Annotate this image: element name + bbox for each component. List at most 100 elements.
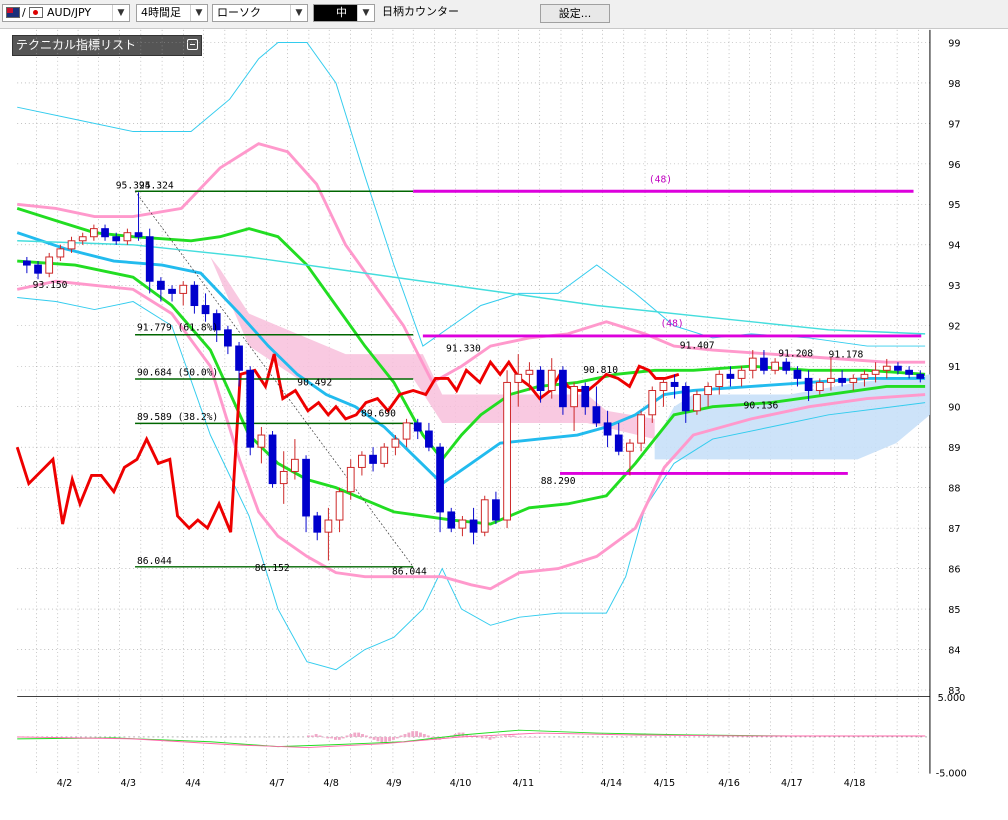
candle-body	[480, 499, 489, 533]
settings-button[interactable]: 設定...	[540, 4, 610, 23]
timeframe-select[interactable]: 4時間足 ▼	[136, 4, 208, 22]
candle-body	[737, 369, 746, 379]
osc-min-label: -5.000	[936, 769, 967, 780]
candle-body	[391, 438, 400, 448]
date-tick-label: 4/2	[57, 778, 73, 789]
date-tick-label: 4/7	[269, 778, 285, 789]
date-tick-label: 4/15	[654, 778, 676, 789]
fib-low-label: 86.044	[137, 556, 172, 567]
candle-body	[369, 454, 377, 464]
chevron-down-icon[interactable]: ▼	[112, 5, 129, 21]
candle-body	[905, 369, 913, 375]
osc-bar	[310, 735, 314, 737]
fib-618-label: 91.779 (61.8%)	[137, 322, 218, 333]
candle-body	[34, 264, 42, 274]
candle-body	[179, 284, 188, 294]
osc-bar	[415, 731, 419, 737]
osc-bar	[361, 734, 364, 737]
chevron-down-icon[interactable]: ▼	[190, 5, 207, 21]
oscillator-panel	[17, 695, 930, 749]
price-label: 86.044	[392, 567, 427, 578]
symbol-select[interactable]: / AUD/JPY ▼	[2, 4, 130, 22]
candle-body	[570, 385, 578, 408]
date-tick-label: 4/3	[121, 778, 137, 789]
candle-body	[603, 422, 612, 436]
fib-382-label: 89.589 (38.2%)	[137, 412, 218, 423]
candle-body	[56, 248, 65, 258]
candle-body	[748, 357, 757, 371]
jpy-flag-icon	[29, 7, 43, 18]
candle-body	[123, 232, 132, 242]
osc-bar	[422, 734, 426, 737]
osc-bar	[403, 734, 407, 737]
candle-body	[235, 345, 243, 371]
candle-body	[659, 381, 668, 392]
aud-flag-icon	[6, 7, 20, 18]
osc-bar	[419, 732, 422, 737]
candle-body	[112, 236, 121, 242]
candle-body	[358, 454, 366, 468]
candle-body	[492, 499, 500, 521]
candle-body	[559, 369, 567, 408]
candle-body	[23, 260, 31, 266]
timeframe-label: 4時間足	[141, 6, 181, 19]
candle-body	[693, 394, 701, 412]
price-tick-label: 85	[948, 605, 960, 616]
price-tick-label: 84	[948, 645, 960, 656]
candle-body	[268, 434, 277, 485]
chevron-down-icon[interactable]: ▼	[290, 5, 307, 21]
candle-body	[313, 515, 322, 533]
counter-option[interactable]: 日柄カウンター	[378, 4, 536, 22]
osc-bar	[395, 736, 399, 739]
candle-body	[346, 466, 355, 493]
osc-bar	[318, 735, 322, 737]
cloud-pink	[210, 257, 655, 440]
osc-line-2	[17, 732, 926, 749]
price-label: 89.690	[361, 408, 396, 419]
osc-bar	[345, 735, 349, 737]
chart-type-select[interactable]: ローソク ▼	[212, 4, 308, 22]
osc-bar	[364, 735, 368, 737]
size-select[interactable]: 中 ▼	[313, 4, 375, 22]
osc-bar	[357, 732, 361, 737]
candle-body	[90, 228, 98, 238]
osc-bar	[407, 732, 411, 737]
symbol-label: AUD/JPY	[47, 6, 92, 19]
price-label: 91.178	[829, 349, 864, 360]
candle-body	[782, 361, 791, 371]
chart-area: 95.32495.32493.15091.779 (61.8%)90.684 (…	[15, 29, 967, 789]
osc-bar	[411, 731, 415, 737]
candle-body	[815, 381, 824, 392]
price-tick-label: 99	[948, 38, 960, 49]
candle-body	[882, 365, 891, 371]
price-tick-label: 92	[948, 322, 960, 333]
fib-500-label: 90.684 (50.0%)	[137, 368, 218, 379]
chevron-down-icon[interactable]: ▼	[357, 5, 374, 21]
candle-body	[168, 288, 176, 294]
candle-body	[145, 236, 154, 282]
price-tick-label: 95	[948, 200, 960, 211]
osc-bar	[326, 736, 330, 739]
candle-body	[681, 385, 690, 412]
osc-bar	[426, 735, 430, 737]
osc-bar	[391, 736, 395, 740]
counter-label-1: (48)	[649, 175, 672, 186]
candle-body	[614, 434, 623, 452]
osc-bar	[488, 736, 492, 740]
candle-body	[726, 373, 735, 379]
osc-bar	[306, 735, 310, 737]
price-tick-label: 96	[948, 160, 960, 171]
candle-body	[425, 430, 433, 448]
date-tick-label: 4/16	[718, 778, 740, 789]
osc-bar	[484, 736, 488, 739]
candle-body	[503, 381, 511, 521]
osc-bar	[372, 736, 376, 740]
osc-bar	[384, 736, 388, 743]
candle-body	[402, 422, 411, 440]
candle-body	[592, 406, 601, 424]
osc-bar	[507, 735, 511, 737]
candle-body	[302, 458, 310, 517]
candle-body	[134, 232, 143, 238]
osc-bar	[368, 736, 372, 739]
candle-body	[413, 422, 422, 432]
